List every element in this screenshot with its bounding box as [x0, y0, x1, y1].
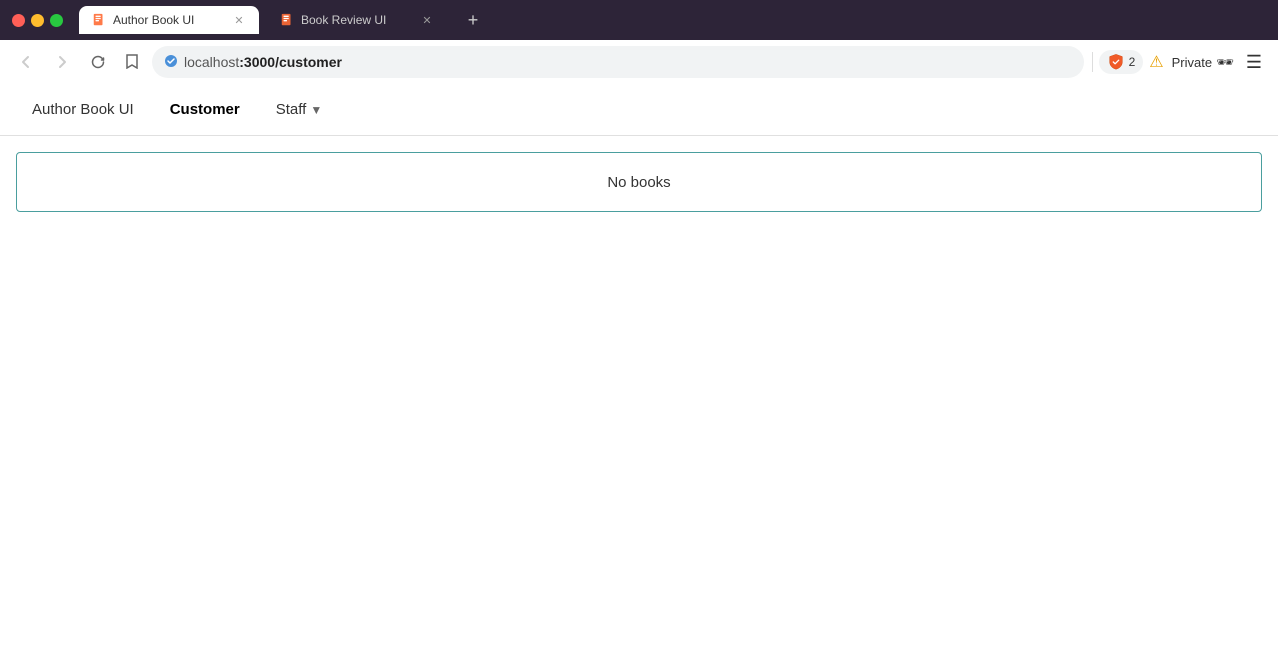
title-bar: Author Book UI ✕ Book Review UI ✕ + [0, 0, 1278, 40]
main-content: No books [0, 136, 1278, 228]
minimize-window-button[interactable] [31, 14, 44, 27]
tab-title-2: Book Review UI [301, 13, 413, 27]
url-host: localhost [184, 54, 239, 70]
brave-count: 2 [1129, 55, 1136, 69]
forward-button[interactable] [48, 48, 76, 76]
address-bar: localhost:3000/customer 2 ⚠ Private 🕶 [0, 40, 1278, 84]
url-port-path: :3000/customer [239, 54, 342, 70]
browser-extensions: 2 ⚠ [1092, 50, 1164, 74]
private-mode-indicator: Private 🕶 [1172, 54, 1234, 71]
tab-book-review-ui[interactable]: Book Review UI ✕ [267, 6, 447, 34]
browser-menu-button[interactable]: ☰ [1242, 48, 1266, 77]
browser-window: Author Book UI ✕ Book Review UI ✕ + [0, 0, 1278, 668]
window-controls [12, 14, 63, 27]
private-label: Private [1172, 55, 1212, 70]
back-button[interactable] [12, 48, 40, 76]
staff-dropdown-icon: ▼ [310, 103, 322, 117]
nav-label-author-book-ui: Author Book UI [32, 101, 134, 118]
app-nav: Author Book UI Customer Staff ▼ [0, 84, 1278, 136]
reload-button[interactable] [84, 48, 112, 76]
browser-chrome: Author Book UI ✕ Book Review UI ✕ + [0, 0, 1278, 84]
nav-author-book-ui[interactable]: Author Book UI [16, 91, 150, 128]
security-icon [164, 54, 178, 71]
divider [1092, 52, 1093, 72]
no-books-message: No books [607, 174, 670, 191]
tab-favicon-1 [91, 12, 107, 28]
tab-author-book-ui[interactable]: Author Book UI ✕ [79, 6, 259, 34]
url-display: localhost:3000/customer [184, 54, 1072, 70]
nav-staff[interactable]: Staff ▼ [260, 91, 338, 128]
bookmark-button[interactable] [120, 49, 144, 76]
warning-icon[interactable]: ⚠ [1149, 52, 1163, 72]
private-icon: 🕶 [1216, 54, 1234, 71]
nav-label-customer: Customer [170, 101, 240, 118]
tab-close-2[interactable]: ✕ [419, 12, 435, 28]
close-window-button[interactable] [12, 14, 25, 27]
nav-label-staff: Staff [276, 101, 307, 118]
nav-customer[interactable]: Customer [154, 91, 256, 128]
books-container: No books [16, 152, 1262, 212]
tab-title-1: Author Book UI [113, 13, 225, 27]
url-bar[interactable]: localhost:3000/customer [152, 46, 1084, 78]
brave-shield-badge[interactable]: 2 [1099, 50, 1144, 74]
app-container: Author Book UI Customer Staff ▼ No books [0, 84, 1278, 668]
tab-close-1[interactable]: ✕ [231, 12, 247, 28]
tab-favicon-2 [279, 12, 295, 28]
maximize-window-button[interactable] [50, 14, 63, 27]
new-tab-button[interactable]: + [459, 6, 487, 34]
